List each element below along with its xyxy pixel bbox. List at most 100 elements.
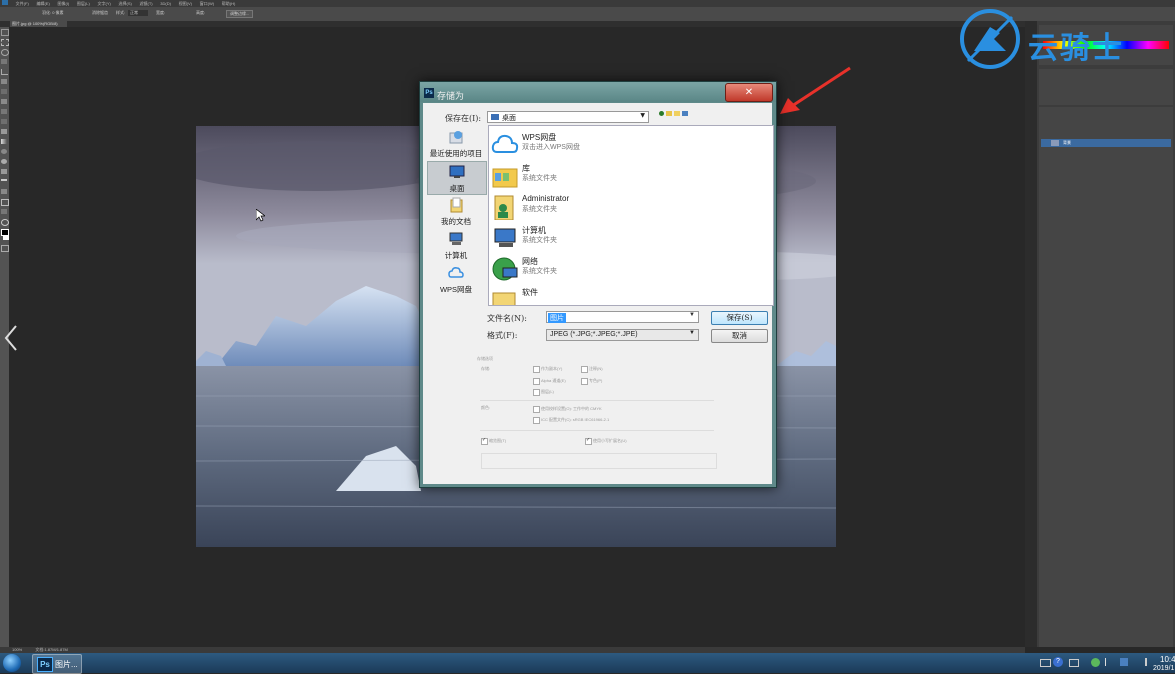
ps-menu-icon[interactable] [2, 0, 8, 5]
settings-icon[interactable] [1069, 659, 1079, 667]
proof-label: 使用校样设置(O): 工作中的 CMYK [541, 406, 602, 411]
view-menu-icon[interactable] [681, 111, 688, 116]
file-subtitle: 系统文件夹 [522, 268, 557, 275]
alpha-checkbox[interactable] [533, 378, 540, 385]
list-item[interactable]: WPS网盘 双击进入WPS网盘 [489, 130, 759, 160]
collapsed-panel-strip [1025, 21, 1037, 647]
layer-row[interactable]: 背景 [1041, 139, 1171, 147]
menu-file[interactable]: 文件(F) [16, 0, 29, 7]
layers-checkbox[interactable] [533, 389, 540, 396]
right-panel-dock: 背景 [1025, 21, 1175, 647]
volume-icon[interactable] [1137, 658, 1147, 666]
history-brush-tool-icon[interactable] [1, 119, 7, 124]
eraser-tool-icon[interactable] [1, 129, 7, 134]
clock-time[interactable]: 10:4 [1160, 655, 1175, 664]
icc-checkbox[interactable] [533, 417, 540, 424]
list-item[interactable]: 计算机 系统文件夹 [489, 223, 759, 253]
menu-window[interactable]: 窗口(W) [200, 0, 214, 7]
quick-select-tool-icon[interactable] [1, 59, 7, 64]
dodge-tool-icon[interactable] [1, 159, 7, 164]
background-color-swatch[interactable] [3, 235, 9, 240]
format-label: 格式(F): [487, 331, 518, 340]
menu-help[interactable]: 帮助(H) [222, 0, 236, 7]
new-folder-icon[interactable] [673, 111, 680, 116]
place-recent[interactable]: 最近使用的项目 [427, 127, 485, 159]
menu-type[interactable]: 文字(Y) [97, 0, 110, 7]
gradient-tool-icon[interactable] [1, 139, 7, 144]
menu-3d[interactable]: 3D(D) [160, 0, 171, 7]
app-tray-icon[interactable] [1091, 658, 1100, 667]
place-desktop[interactable]: 桌面 [427, 161, 487, 195]
network-tray-icon[interactable] [1120, 658, 1128, 666]
place-documents[interactable]: 我的文档 [427, 195, 485, 227]
notes-label: 注释(N) [589, 366, 603, 371]
menu-edit[interactable]: 编辑(E) [36, 0, 49, 7]
brush-tool-icon[interactable] [1, 99, 7, 104]
close-button[interactable]: ✕ [725, 83, 773, 102]
warning-box [481, 453, 717, 469]
menu-view[interactable]: 视图(V) [179, 0, 192, 7]
type-tool-icon[interactable] [1, 179, 7, 186]
place-label: 我的文档 [441, 217, 471, 226]
path-select-tool-icon[interactable] [1, 189, 7, 194]
shape-tool-icon[interactable] [1, 199, 9, 206]
menu-layer[interactable]: 图层(L) [77, 0, 90, 7]
marquee-tool-icon[interactable] [1, 39, 9, 46]
refine-edge-button[interactable]: 调整边缘... [226, 10, 254, 18]
blur-tool-icon[interactable] [1, 149, 7, 154]
taskbar-item-label: 图片... [55, 660, 78, 669]
thumbnail-checkbox[interactable] [481, 437, 488, 445]
cancel-button[interactable]: 取消 [711, 329, 768, 343]
save-in-select[interactable]: 桌面 ▼ [487, 111, 649, 123]
as-copy-checkbox[interactable] [533, 366, 540, 373]
list-item[interactable]: 软件 [489, 285, 759, 305]
menu-select[interactable]: 选择(S) [119, 0, 132, 7]
list-item[interactable]: 库 系统文件夹 [489, 161, 759, 191]
eyedropper-tool-icon[interactable] [1, 79, 7, 84]
menu-image[interactable]: 图像(I) [57, 0, 69, 7]
healing-tool-icon[interactable] [1, 89, 7, 94]
dialog-titlebar[interactable]: Ps 存储为 ✕ [420, 82, 776, 102]
crop-tool-icon[interactable] [1, 69, 8, 75]
filename-input[interactable]: 图片 ▼ [546, 311, 699, 323]
lasso-tool-icon[interactable] [1, 49, 9, 56]
notes-checkbox[interactable] [581, 366, 588, 373]
format-select[interactable]: JPEG (*.JPG;*.JPEG;*.JPE) ▼ [546, 329, 699, 341]
back-icon[interactable] [659, 111, 664, 116]
list-item[interactable]: 网络 系统文件夹 [489, 254, 759, 284]
spot-checkbox[interactable] [581, 378, 588, 385]
save-in-label: 保存在(I): [445, 114, 482, 123]
document-tabs [0, 21, 1025, 27]
move-tool-icon[interactable] [1, 29, 9, 36]
zoom-level[interactable]: 100% [12, 647, 22, 652]
lowercase-checkbox[interactable] [585, 437, 592, 445]
clock-date[interactable]: 2019/1 [1153, 665, 1174, 672]
keyboard-icon[interactable] [1040, 659, 1051, 667]
pen-tool-icon[interactable] [1, 169, 7, 174]
up-folder-icon[interactable] [665, 111, 672, 116]
document-tab[interactable]: 图片.jpg @ 100%(RGB/8) [10, 21, 67, 27]
save-in-value: 桌面 [502, 114, 516, 122]
layer-name[interactable]: 背景 [1063, 140, 1071, 146]
antialias-checkbox[interactable]: 消除锯齿 [92, 10, 108, 16]
list-item[interactable]: Administrator 系统文件夹 [489, 192, 759, 222]
taskbar-photoshop-button[interactable]: Ps 图片... [32, 654, 82, 674]
save-button[interactable]: 保存(S) [711, 311, 768, 325]
places-bar: 最近使用的项目 桌面 我的文档 计算机 WPS网盘 [427, 125, 487, 303]
help-icon[interactable]: ? [1053, 657, 1063, 667]
proof-checkbox[interactable] [533, 406, 540, 413]
hand-tool-icon[interactable] [1, 209, 7, 214]
style-select[interactable]: 正常 [128, 10, 148, 16]
chevron-down-icon: ▼ [640, 112, 645, 119]
start-button-icon[interactable] [3, 654, 21, 672]
place-wps-cloud[interactable]: WPS网盘 [427, 263, 485, 295]
flag-icon[interactable] [1105, 658, 1114, 666]
zoom-tool-icon[interactable] [1, 219, 9, 226]
chevron-down-icon[interactable]: ▼ [689, 312, 695, 318]
menu-filter[interactable]: 滤镜(T) [140, 0, 153, 7]
feather-label[interactable]: 羽化: 0 像素 [42, 10, 64, 16]
place-computer[interactable]: 计算机 [427, 229, 485, 261]
quick-mask-icon[interactable] [1, 245, 9, 252]
previous-chevron-icon[interactable] [4, 325, 18, 351]
stamp-tool-icon[interactable] [1, 109, 7, 114]
